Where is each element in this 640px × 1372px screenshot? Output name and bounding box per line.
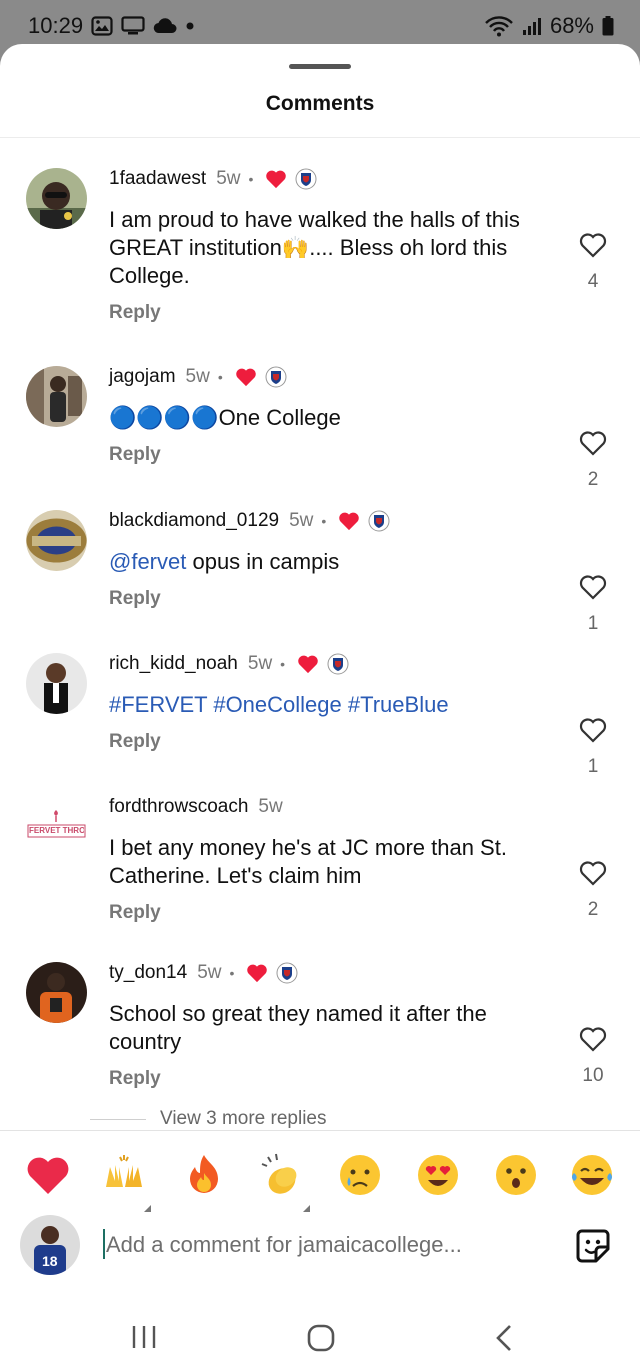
system-nav-bar <box>0 1309 640 1372</box>
creator-avatar-badge-icon <box>368 510 390 532</box>
battery-percent: 68% <box>549 13 594 38</box>
comment-input-row: 18 <box>0 1215 640 1277</box>
comment-text: I bet any money he's at JC more than St.… <box>109 835 507 888</box>
creator-avatar-badge-icon <box>327 653 349 675</box>
avatar[interactable] <box>26 653 87 714</box>
avatar[interactable] <box>26 510 87 571</box>
comment-time: 5w <box>216 168 241 189</box>
comment-username[interactable]: 1faadawest <box>109 168 206 190</box>
separator-dot: • <box>280 656 286 672</box>
comment-username[interactable]: jagojam <box>109 366 176 388</box>
creator-liked-heart-icon <box>265 169 287 189</box>
screen-icon <box>121 16 145 36</box>
jersey-number: 18 <box>42 1253 58 1269</box>
creator-avatar-badge-icon <box>265 366 287 388</box>
heart-emoji-button[interactable] <box>24 1151 72 1199</box>
like-heart-icon[interactable] <box>579 430 607 456</box>
reply-button[interactable]: Reply <box>109 302 559 324</box>
comment-text-rest: opus in campis <box>186 549 340 574</box>
surprised-emoji-button[interactable] <box>492 1151 540 1199</box>
avatar[interactable]: FERVET THROWS <box>26 796 87 857</box>
hashtag-text[interactable]: #FERVET #OneCollege #TrueBlue <box>109 691 559 719</box>
separator-dot: • <box>248 171 254 187</box>
reply-button[interactable]: Reply <box>109 731 559 753</box>
like-heart-icon[interactable] <box>579 1026 607 1052</box>
battery-icon <box>602 16 614 36</box>
sticker-button[interactable] <box>572 1225 614 1272</box>
comment-username[interactable]: fordthrowscoach <box>109 796 248 818</box>
recent-apps-icon[interactable] <box>130 1323 158 1356</box>
creator-avatar-badge-icon <box>276 962 298 984</box>
back-icon[interactable] <box>490 1323 518 1358</box>
heart-eyes-emoji-button[interactable] <box>414 1151 462 1199</box>
creator-liked-heart-icon <box>338 511 360 531</box>
status-time: 10:29 <box>28 13 84 38</box>
comment-text: School so great they named it after the … <box>109 1001 487 1054</box>
clapping-emoji-button[interactable] <box>258 1151 306 1199</box>
avatar-logo-text: FERVET THROWS <box>29 826 84 835</box>
comment-time: 5w <box>258 796 283 817</box>
reply-button[interactable]: Reply <box>109 444 559 466</box>
comment-text: I am proud to have walked the halls of t… <box>109 207 520 288</box>
comment-username[interactable]: blackdiamond_0129 <box>109 510 279 532</box>
comment-time: 5w <box>185 366 210 387</box>
view-more-replies[interactable]: View 3 more replies <box>90 1108 327 1130</box>
composer-area: 18 <box>0 1130 640 1372</box>
reply-button[interactable]: Reply <box>109 588 559 610</box>
reply-button[interactable]: Reply <box>109 1068 559 1090</box>
creator-liked-heart-icon <box>297 654 319 674</box>
comment-time: 5w <box>289 510 314 531</box>
like-count: 2 <box>587 469 599 490</box>
sheet-title: Comments <box>265 92 375 115</box>
avatar[interactable] <box>26 168 87 229</box>
like-count: 4 <box>587 271 599 292</box>
creator-liked-heart-icon <box>235 367 257 387</box>
variant-indicator-icon <box>303 1205 310 1212</box>
replies-line <box>90 1118 146 1120</box>
text-caret <box>103 1229 105 1259</box>
wifi-icon <box>484 15 514 37</box>
mention-link[interactable]: @fervet <box>109 549 186 574</box>
like-count: 1 <box>587 613 599 634</box>
like-heart-icon[interactable] <box>579 232 607 258</box>
creator-avatar-badge-icon <box>295 168 317 190</box>
my-avatar: 18 <box>20 1215 80 1275</box>
divider <box>0 137 640 138</box>
separator-dot: • <box>229 965 235 981</box>
comments-sheet: Comments 1faadawest 5w • I am proud to h… <box>0 44 640 1372</box>
gallery-icon <box>91 16 113 36</box>
creator-liked-heart-icon <box>246 963 268 983</box>
like-heart-icon[interactable] <box>579 860 607 886</box>
signal-icon <box>522 16 542 36</box>
crying-emoji-button[interactable] <box>336 1151 384 1199</box>
comment-time: 5w <box>247 653 273 674</box>
home-icon[interactable] <box>306 1323 336 1358</box>
avatar[interactable] <box>26 366 87 427</box>
cloud-icon <box>153 18 177 34</box>
variant-indicator-icon <box>144 1205 151 1212</box>
emoji-reaction-bar <box>0 1143 640 1213</box>
separator-dot: • <box>217 369 223 385</box>
comment-username[interactable]: ty_don14 <box>109 962 187 984</box>
comment-input[interactable] <box>106 1225 546 1265</box>
comment-text: @fervet opus in campis <box>109 548 559 576</box>
view-more-replies-label: View 3 more replies <box>160 1108 327 1129</box>
laughing-emoji-button[interactable] <box>568 1151 616 1199</box>
like-count: 1 <box>587 756 599 777</box>
like-heart-icon[interactable] <box>579 717 607 743</box>
like-count: 2 <box>587 899 599 920</box>
avatar[interactable] <box>26 962 87 1023</box>
reply-button[interactable]: Reply <box>109 902 559 924</box>
raising-hands-emoji-button[interactable] <box>100 1151 148 1199</box>
like-heart-icon[interactable] <box>579 574 607 600</box>
comment-username[interactable]: rich_kidd_noah <box>109 653 238 675</box>
like-count: 10 <box>582 1065 604 1086</box>
drag-handle[interactable] <box>289 64 351 69</box>
sticker-icon <box>576 1229 610 1263</box>
comment-text: 🔵🔵🔵🔵One College <box>109 405 341 430</box>
comment-time: 5w <box>197 962 222 983</box>
notification-dot-icon <box>185 21 195 31</box>
separator-dot: • <box>321 513 327 529</box>
fire-emoji-button[interactable] <box>180 1151 228 1199</box>
